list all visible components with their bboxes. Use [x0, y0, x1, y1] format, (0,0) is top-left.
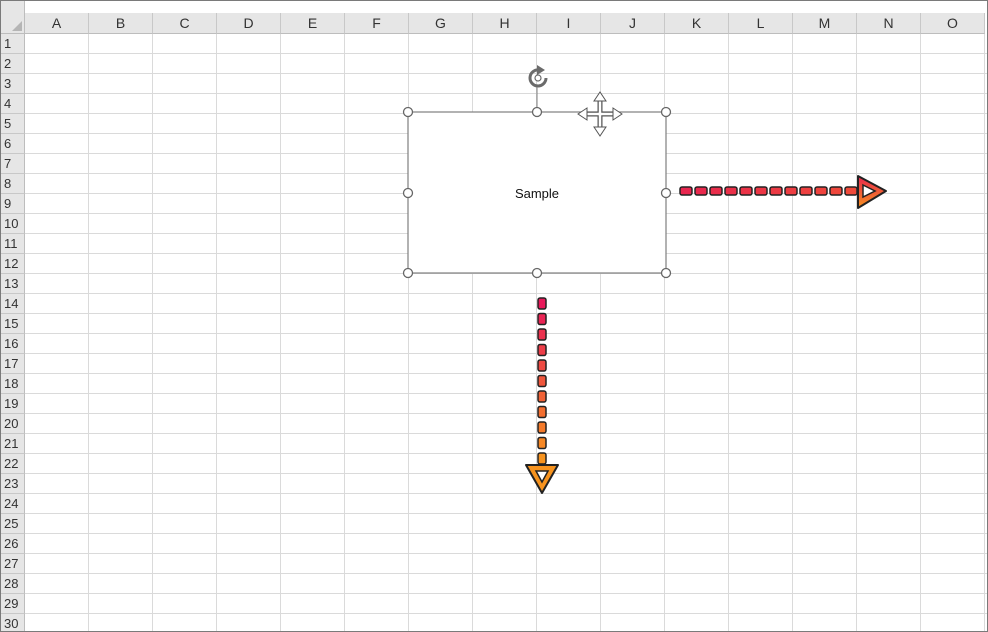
- resize-handle[interactable]: [660, 187, 672, 199]
- arrow-dash: [754, 186, 768, 196]
- resize-handle[interactable]: [402, 106, 414, 118]
- arrow-dash: [784, 186, 798, 196]
- arrow-dash: [694, 186, 708, 196]
- arrow-dash: [537, 405, 547, 419]
- right-dashed-arrow[interactable]: [679, 175, 887, 209]
- resize-handle[interactable]: [402, 267, 414, 279]
- resize-handle[interactable]: [531, 267, 543, 279]
- arrow-dash: [844, 186, 858, 196]
- arrow-dash: [537, 436, 547, 450]
- resize-handle[interactable]: [660, 267, 672, 279]
- arrow-dash: [537, 297, 547, 310]
- arrow-dash: [537, 390, 547, 403]
- resize-handle[interactable]: [531, 106, 543, 118]
- arrow-dash: [799, 186, 813, 196]
- spreadsheet-grid: ABCDEFGHIJKLMNO 1 2 3 4 5 6 7 8 9 10 11 12 13 14 15 16 1…: [0, 0, 988, 632]
- resize-handle[interactable]: [402, 187, 414, 199]
- arrow-dash: [537, 328, 547, 341]
- arrow-dash: [724, 186, 738, 196]
- arrow-dash: [829, 186, 843, 196]
- rotate-handle-icon[interactable]: [528, 65, 548, 112]
- sample-shape-text: Sample: [515, 186, 559, 201]
- arrow-dash: [537, 359, 547, 372]
- down-dashed-arrow[interactable]: [525, 297, 559, 494]
- arrow-dash: [739, 186, 753, 196]
- sample-shape[interactable]: Sample: [407, 111, 667, 274]
- arrow-dash: [769, 186, 783, 196]
- arrow-dash: [537, 312, 547, 326]
- arrow-dash: [679, 186, 693, 196]
- arrow-dash: [537, 343, 547, 357]
- arrow-dash: [814, 186, 828, 196]
- resize-handle[interactable]: [660, 106, 672, 118]
- arrow-dash: [537, 421, 547, 434]
- arrow-dash: [537, 452, 547, 465]
- arrow-dash: [537, 374, 547, 388]
- arrow-dash: [709, 186, 723, 196]
